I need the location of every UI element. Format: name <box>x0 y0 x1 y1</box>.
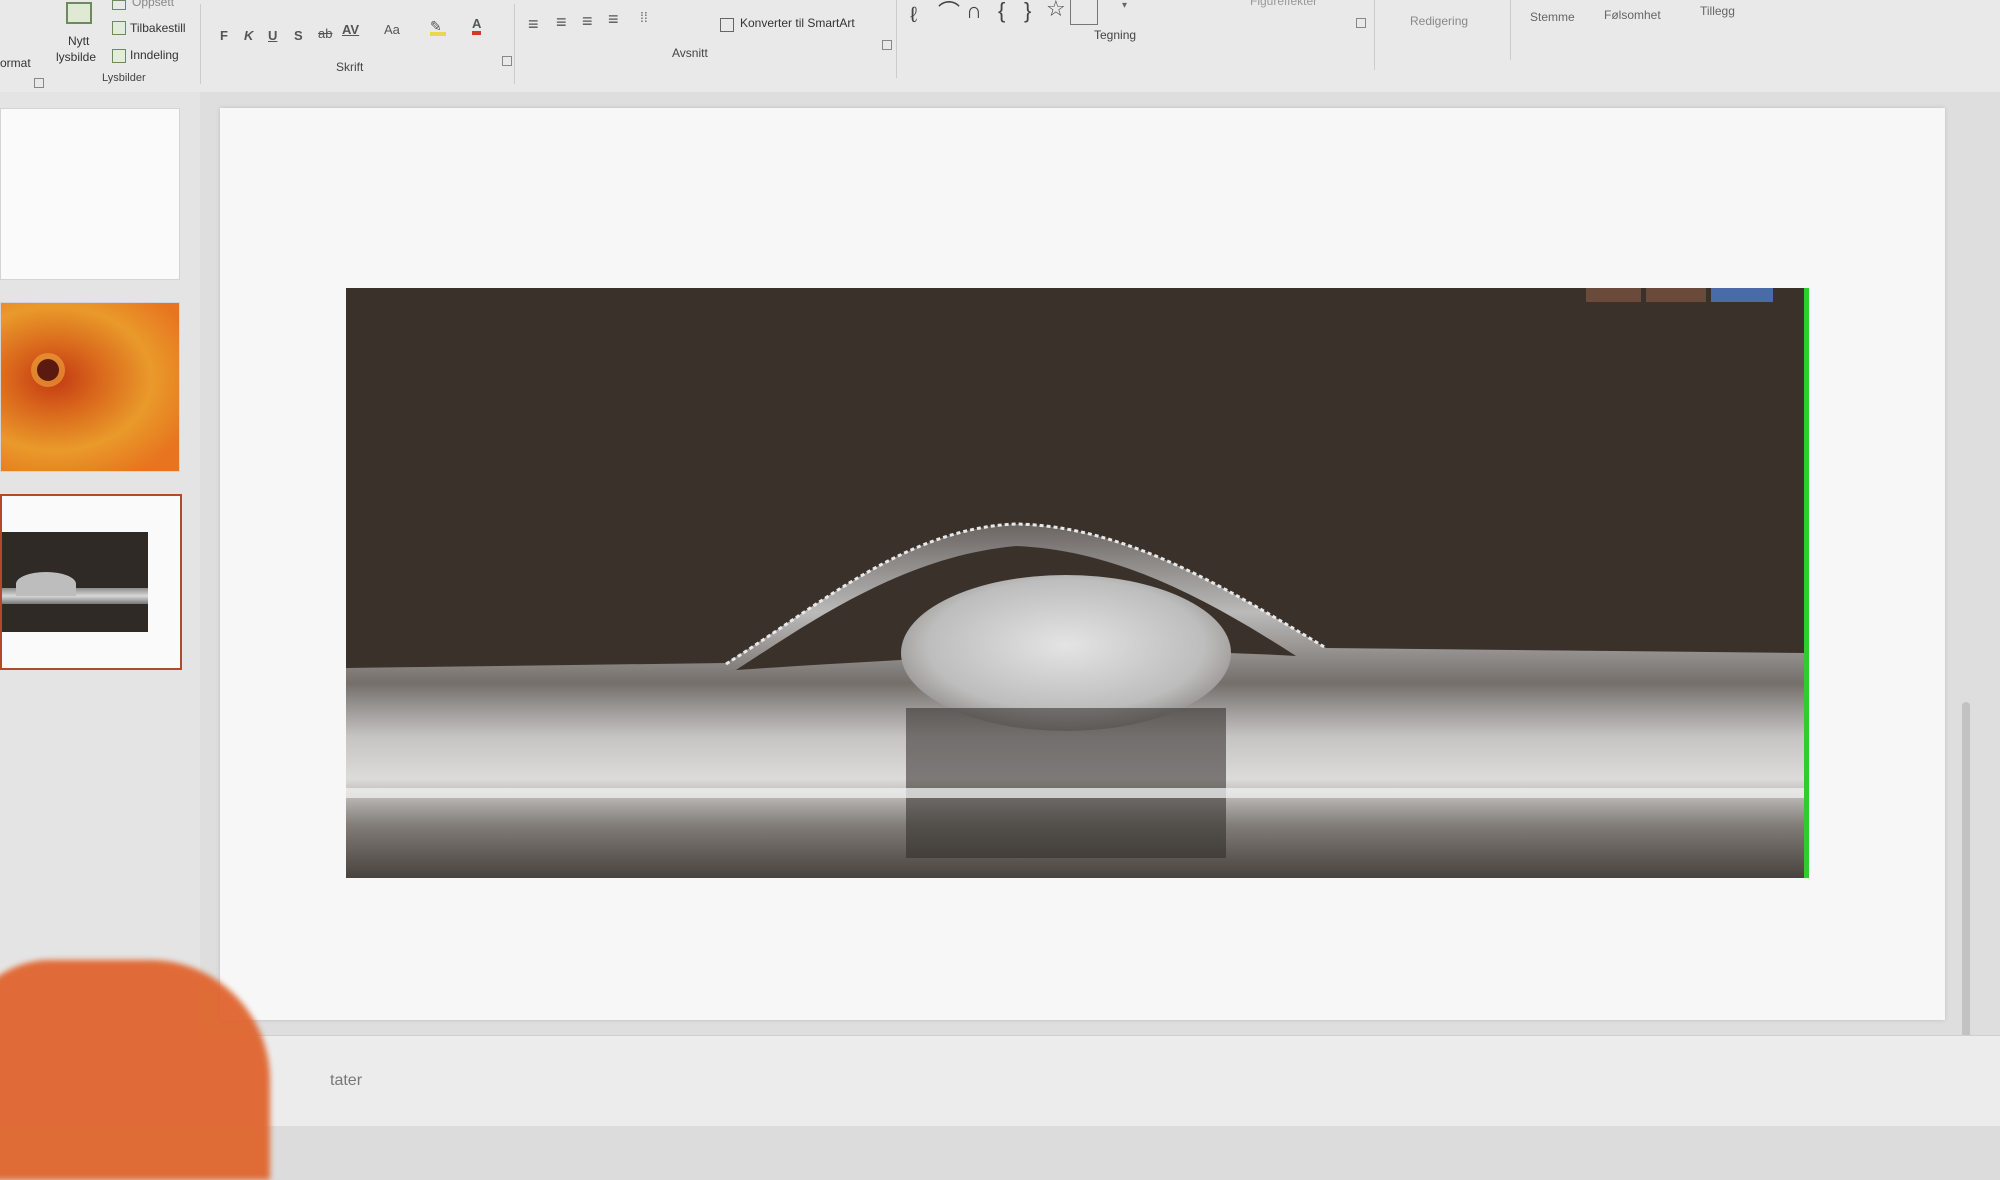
section-button[interactable]: Inndeling <box>130 48 179 62</box>
font-color-button[interactable]: A <box>472 16 482 35</box>
reset-button[interactable]: Tilbakestill <box>130 21 186 35</box>
align-center-icon[interactable]: ≡ <box>556 12 567 33</box>
highlight-icon[interactable]: ✎ <box>430 18 446 36</box>
vertical-scrollbar[interactable] <box>1962 702 1970 1052</box>
group-divider <box>514 4 515 84</box>
right-brace-icon[interactable]: } <box>1024 0 1031 22</box>
slide-editor-workspace <box>200 92 2000 1125</box>
reset-icon <box>112 21 126 35</box>
layout-icon <box>112 0 126 10</box>
columns-icon[interactable]: ⁞⁞ <box>640 9 648 25</box>
drawing-group-label: Tegning <box>1094 28 1137 42</box>
tab-sensitivity[interactable]: Følsomhet <box>1604 8 1661 22</box>
format-button-label[interactable]: ormat <box>0 56 31 70</box>
character-spacing-button[interactable]: AV <box>342 22 359 37</box>
bold-button[interactable]: F <box>220 28 228 43</box>
oct-thumbnail-image <box>2 532 148 632</box>
oct-scan-image[interactable] <box>346 288 1809 878</box>
tab-add-ins[interactable]: Tillegg <box>1700 4 1735 18</box>
editing-group-label: Redigering <box>1410 14 1469 28</box>
slide-thumbnail-1[interactable] <box>0 108 180 280</box>
change-case-button[interactable]: Aa <box>384 22 400 37</box>
drawing-launcher-icon[interactable] <box>1356 18 1366 28</box>
format-launcher-icon[interactable] <box>34 78 44 88</box>
section-icon <box>112 49 126 63</box>
shadow-button[interactable]: S <box>294 28 303 43</box>
arc-shape-icon[interactable]: ⌒ <box>938 2 960 24</box>
align-right-icon[interactable]: ≡ <box>582 11 593 32</box>
notes-pane[interactable]: tater <box>0 1035 2000 1126</box>
italic-button[interactable]: K <box>244 28 253 43</box>
group-divider <box>1374 0 1375 70</box>
foreground-finger <box>0 960 270 1180</box>
tab-voice[interactable]: Stemme <box>1530 10 1575 24</box>
notes-placeholder: tater <box>330 1072 363 1089</box>
justify-icon[interactable]: ≡ <box>608 9 619 30</box>
new-slide-label-line1: Nytt <box>68 34 90 48</box>
align-left-icon[interactable]: ≡ <box>528 14 539 35</box>
group-divider <box>896 0 897 78</box>
group-divider <box>200 4 201 84</box>
lysbilder-group-label: Lysbilder <box>102 72 146 84</box>
curve-shape-icon[interactable]: ∩ <box>966 0 982 22</box>
strikethrough-button[interactable]: ab <box>318 26 332 41</box>
new-slide-label-line2: lysbilde <box>56 50 97 64</box>
layout-button[interactable]: Oppsett <box>132 0 174 9</box>
left-brace-icon[interactable]: { <box>998 0 1005 22</box>
shape-effects-button[interactable]: Figureffekter <box>1250 0 1317 8</box>
oct-scan-graphic <box>346 288 1804 878</box>
underline-button[interactable]: U <box>268 28 277 43</box>
slide-thumbnail-3[interactable] <box>0 494 182 670</box>
shape-gallery-box[interactable] <box>1070 0 1098 25</box>
star-shape-icon[interactable]: ☆ <box>1046 0 1066 20</box>
shape-gallery-dropdown-icon[interactable]: ▾ <box>1122 0 1127 11</box>
paragraph-group-label: Avsnitt <box>672 46 708 60</box>
new-slide-button[interactable]: Nytt lysbilde <box>54 0 98 66</box>
slide-thumbnail-2[interactable] <box>0 302 180 472</box>
convert-smartart-button[interactable]: Konverter til SmartArt <box>740 16 855 30</box>
font-group-label: Skrift <box>336 60 364 74</box>
ribbon: ormat Nytt lysbilde Oppsett Tilbakestill… <box>0 0 2000 93</box>
group-divider <box>1510 0 1511 60</box>
freeform-shape-icon[interactable]: ℓ <box>910 4 917 26</box>
current-slide[interactable] <box>220 108 1945 1020</box>
smartart-icon <box>720 18 734 32</box>
fundus-photo-image <box>37 359 59 381</box>
paragraph-launcher-icon[interactable] <box>882 40 892 50</box>
new-slide-icon <box>66 2 92 24</box>
font-launcher-icon[interactable] <box>502 56 512 66</box>
